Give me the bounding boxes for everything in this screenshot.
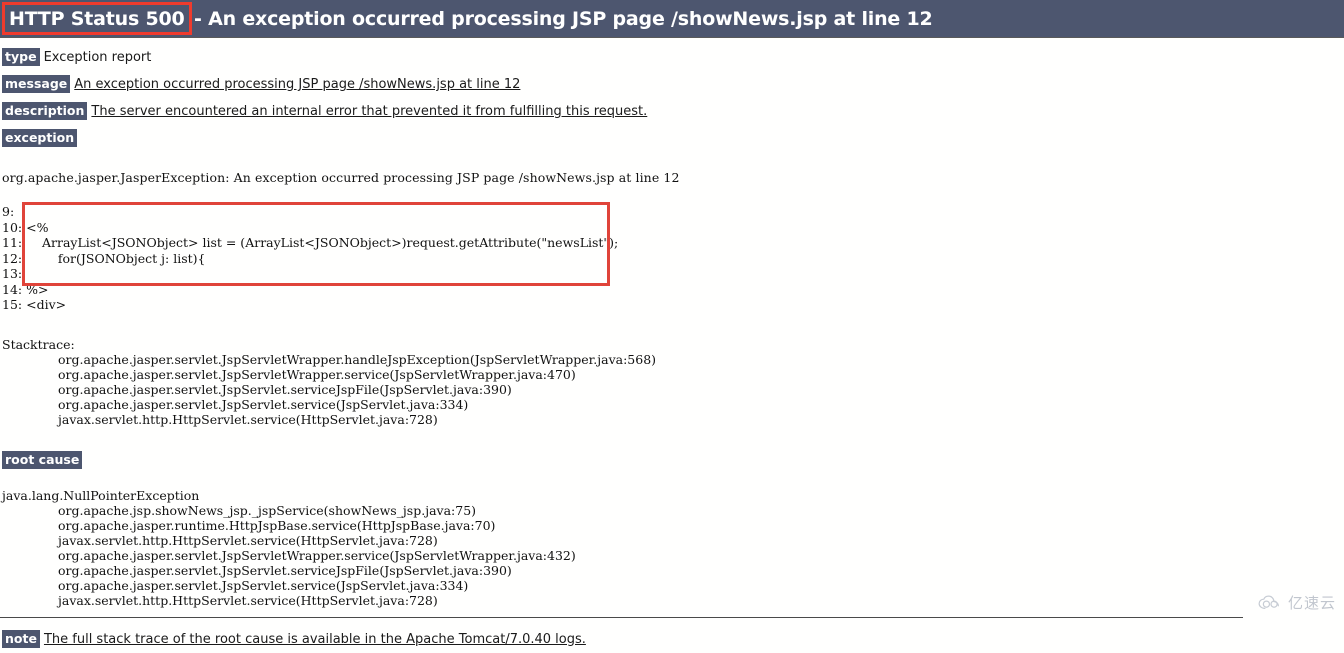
- stack-frame: org.apache.jasper.servlet.JspServlet.ser…: [58, 577, 469, 593]
- watermark: 亿速云: [1258, 592, 1336, 613]
- error-report-body: type Exception report message An exception…: [0, 44, 1344, 653]
- code-line-text: <%: [26, 219, 49, 235]
- stack-frame: org.apache.jasper.servlet.JspServlet.ser…: [58, 562, 512, 578]
- type-label: type: [2, 48, 40, 66]
- code-line-text: for(JSONObject j: list){: [26, 250, 206, 266]
- report-row-type: type Exception report: [0, 44, 1344, 71]
- code-line-text: <div>: [26, 297, 67, 312]
- jsp-source-listing: 9: 10: <% 11: ArrayList<JSONObject> list…: [0, 202, 1344, 313]
- type-value: Exception report: [43, 50, 152, 65]
- report-row-root-cause: root cause: [0, 447, 1344, 474]
- header-divider: [0, 37, 1344, 38]
- code-line: 15: <div>: [2, 297, 1344, 313]
- root-cause-label: root cause: [2, 450, 83, 469]
- page-title: HTTP Status 500 - An exception occurred …: [6, 8, 933, 30]
- stacktrace-heading: Stacktrace:: [2, 336, 75, 352]
- stack-frame: javax.servlet.http.HttpServlet.service(H…: [58, 411, 438, 427]
- report-row-exception: exception: [0, 125, 1344, 152]
- cloud-icon: [1258, 595, 1279, 609]
- stack-frame: org.apache.jasper.servlet.JspServlet.ser…: [58, 396, 469, 412]
- footer-divider: [0, 617, 1243, 618]
- header-separator: -: [187, 7, 209, 30]
- code-line-number: 12:: [2, 250, 23, 266]
- exception-label: exception: [2, 129, 78, 147]
- stacktrace-block: Stacktrace: org.apache.jasper.servlet.Js…: [0, 337, 1344, 427]
- code-line-number: 9:: [2, 204, 15, 219]
- message-label: message: [2, 75, 71, 93]
- root-cause-exception: java.lang.NullPointerException: [2, 487, 200, 503]
- stack-frame: org.apache.jasper.servlet.JspServletWrap…: [58, 547, 576, 563]
- code-line: 12: for(JSONObject j: list){: [2, 251, 1344, 267]
- code-line-number: 11:: [2, 235, 23, 250]
- note-value: The full stack trace of the root cause i…: [43, 631, 586, 647]
- stack-frame: org.apache.jasper.servlet.JspServletWrap…: [58, 351, 657, 367]
- http-status-code: HTTP Status 500: [9, 7, 185, 30]
- report-row-description: description The server encountered an int…: [0, 98, 1344, 125]
- code-line-text: ArrayList<JSONObject> list = (ArrayList<…: [26, 235, 619, 250]
- stack-frame: javax.servlet.http.HttpServlet.service(H…: [58, 532, 438, 548]
- code-line: 10: <%: [2, 220, 1344, 236]
- error-header-bar: HTTP Status 500 - An exception occurred …: [0, 0, 1344, 37]
- code-line-number: 13:: [2, 266, 23, 281]
- note-label: note: [2, 629, 40, 648]
- code-line: 9:: [2, 204, 1344, 220]
- stack-frame: org.apache.jasper.servlet.JspServlet.ser…: [58, 381, 512, 397]
- description-value: The server encountered an internal error…: [91, 104, 648, 119]
- code-line-text: %>: [26, 281, 49, 297]
- code-line: 13:: [2, 266, 1344, 282]
- watermark-text: 亿速云: [1287, 594, 1336, 612]
- message-value: An exception occurred processing JSP pag…: [74, 77, 521, 92]
- stack-frame: org.apache.jsp.showNews_jsp._jspService(…: [58, 502, 477, 518]
- stack-frame: org.apache.jasper.runtime.HttpJspBase.se…: [58, 517, 496, 533]
- header-message: An exception occurred processing JSP pag…: [208, 7, 933, 30]
- stack-frame: org.apache.jasper.servlet.JspServletWrap…: [58, 366, 576, 382]
- report-row-message: message An exception occurred processing …: [0, 71, 1344, 98]
- code-line: 14: %>: [2, 282, 1344, 298]
- code-line-number: 14:: [2, 281, 23, 297]
- report-row-note: note The full stack trace of the root cau…: [0, 626, 1344, 653]
- code-line-number: 10:: [2, 219, 23, 235]
- code-line: 11: ArrayList<JSONObject> list = (ArrayL…: [2, 235, 1344, 251]
- description-label: description: [2, 102, 88, 120]
- exception-message: org.apache.jasper.JasperException: An ex…: [2, 170, 680, 185]
- stack-frame: javax.servlet.http.HttpServlet.service(H…: [58, 592, 438, 608]
- root-cause-block: java.lang.NullPointerException org.apach…: [0, 488, 1344, 608]
- code-line-number: 15:: [2, 297, 23, 312]
